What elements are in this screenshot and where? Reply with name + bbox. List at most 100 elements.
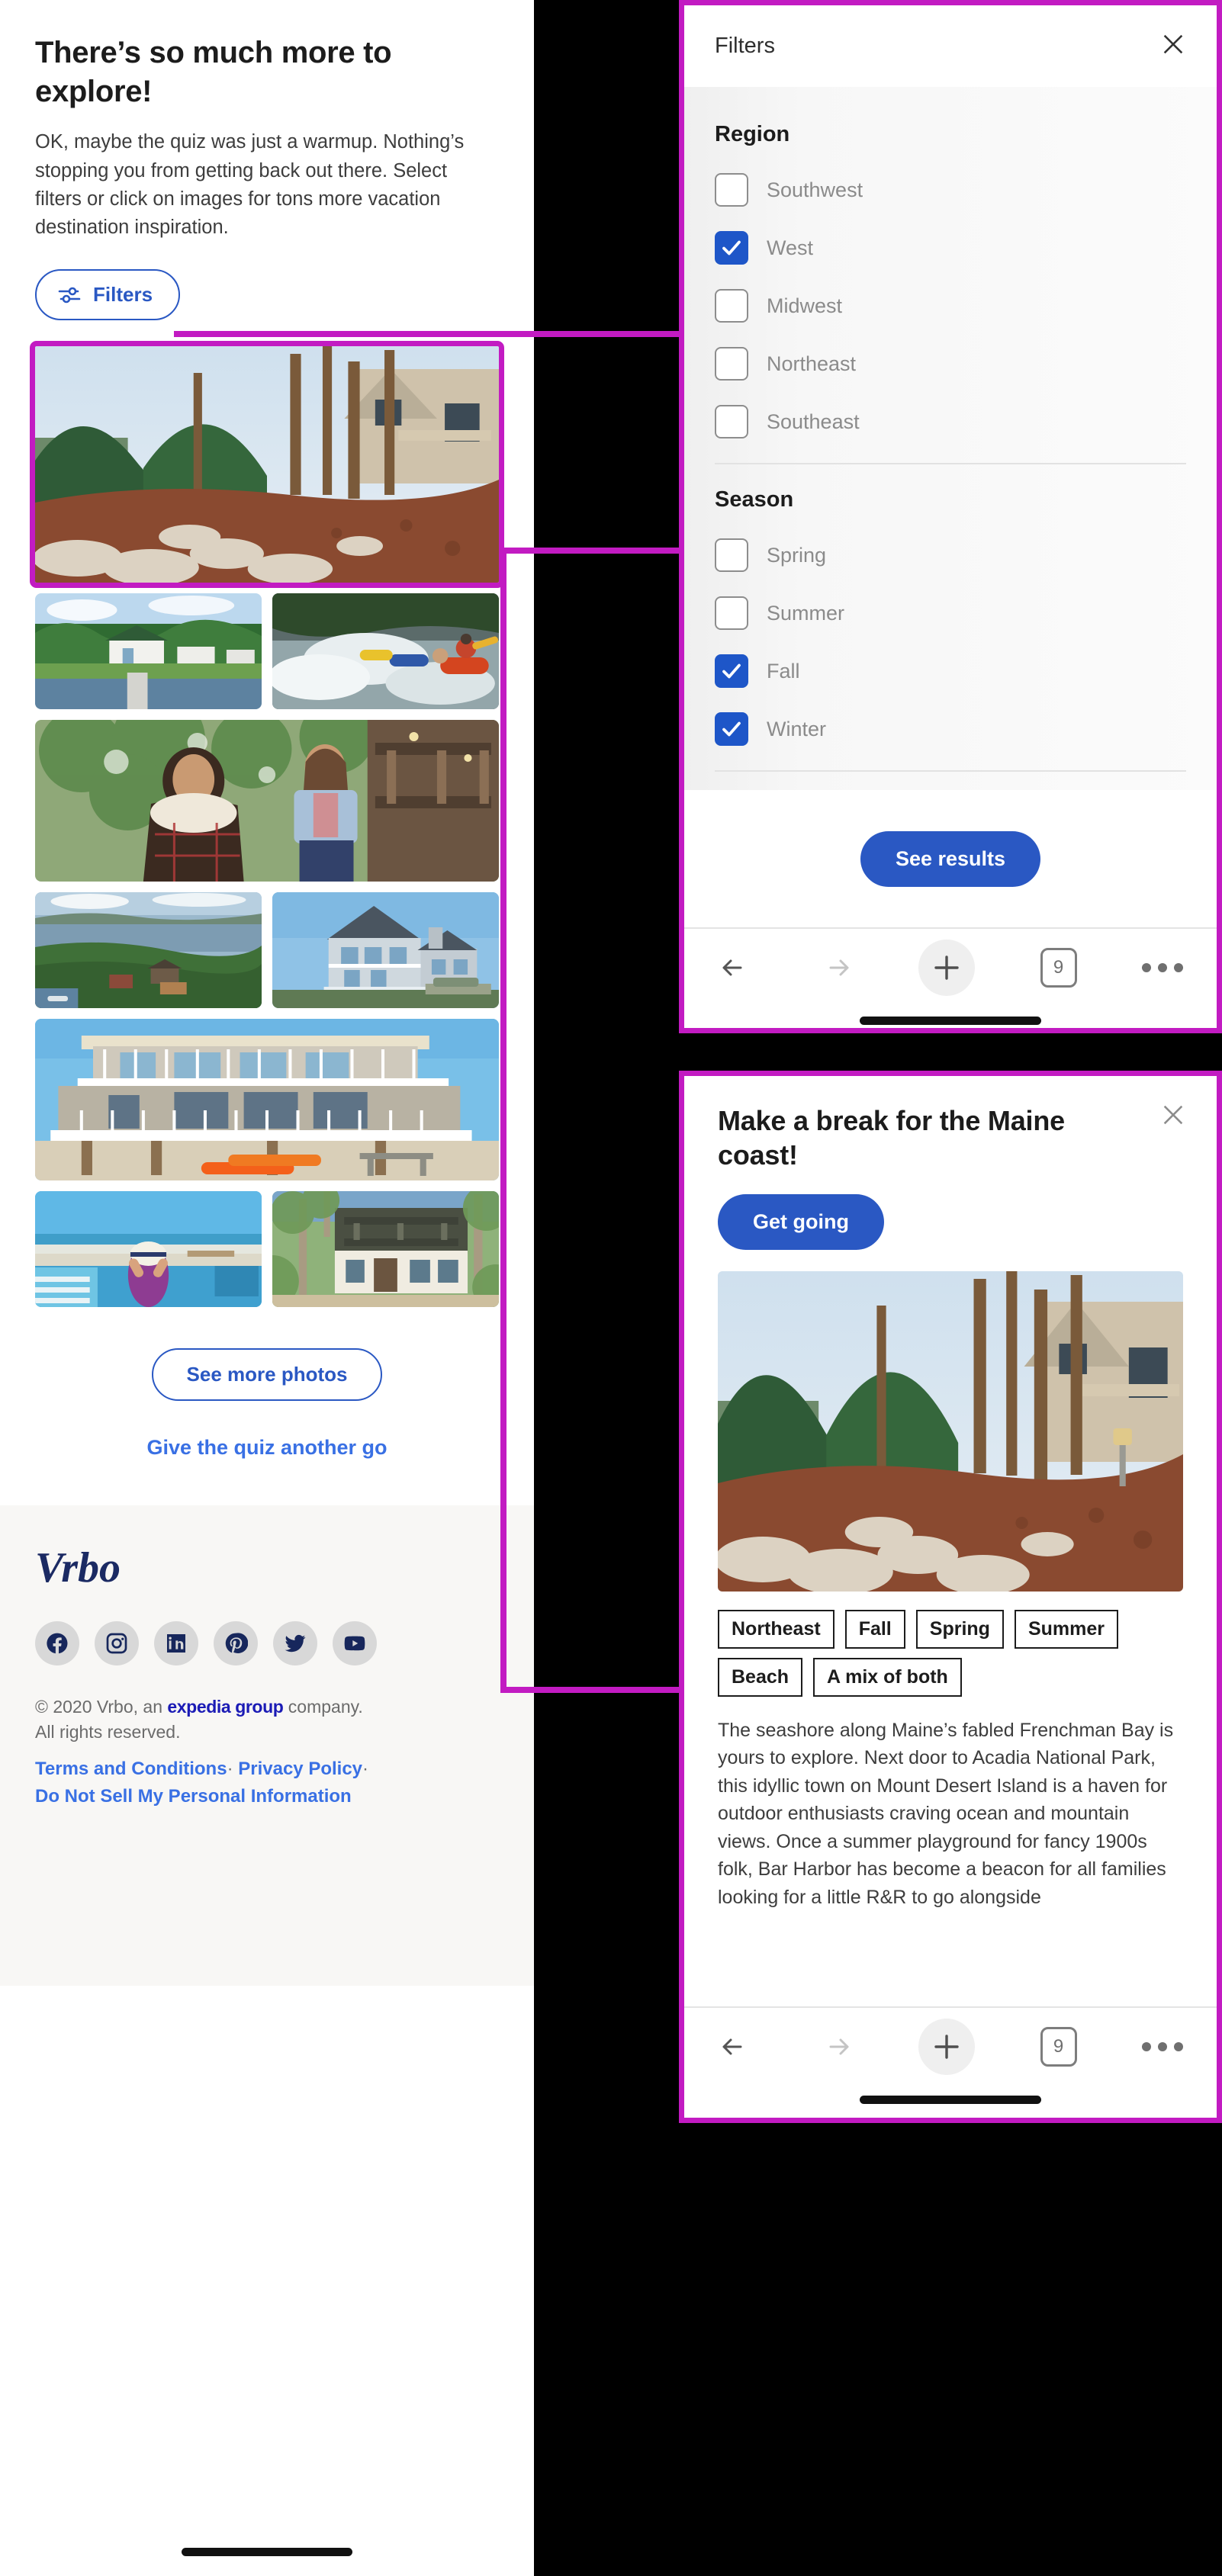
filter-label-summer: Summer [767,601,845,625]
section-divider-2 [715,770,1186,772]
screenshot-root: There’s so much more to explore! OK, may… [0,0,1222,2576]
browser-toolbar: 9 [684,2008,1217,2075]
gallery-row-1 [30,341,504,589]
arrow-right-icon[interactable] [818,2034,854,2060]
filter-option-summer[interactable]: Summer [715,584,1186,642]
filter-label-southeast: Southeast [767,410,860,433]
give-quiz-another-go-link[interactable]: Give the quiz another go [35,1436,499,1460]
checkbox-summer[interactable] [715,596,748,630]
filter-option-northeast[interactable]: Northeast [715,335,1186,393]
ellipsis-icon[interactable] [1142,2042,1183,2051]
browser-chrome-filters: 9 [684,927,1217,1028]
gallery-tile-two-girls-outdoors[interactable] [35,720,499,882]
tab-count-button[interactable]: 9 [1040,2027,1077,2067]
pinterest-icon[interactable] [214,1621,258,1666]
destination-detail-panel: Make a break for the Maine coast! Get go… [679,1071,1222,2123]
copyright-pre: © 2020 Vrbo, an [35,1697,168,1717]
plus-icon[interactable] [918,2019,975,2075]
arrow-right-icon[interactable] [818,955,854,981]
instagram-icon[interactable] [95,1621,139,1666]
section-heading-season: Season [715,487,794,512]
filters-button[interactable]: Filters [35,269,181,321]
gallery-tile-aerial-lake-island-homes[interactable] [35,892,262,1009]
close-icon[interactable] [1160,31,1186,61]
home-indicator-left [182,2548,352,2556]
checkbox-west[interactable] [715,231,748,265]
filter-option-fall[interactable]: Fall [715,642,1186,700]
checkbox-winter[interactable] [715,712,748,746]
connector-image-top [500,548,685,554]
browser-toolbar: 9 [684,929,1217,996]
social-links [35,1621,499,1666]
see-more-photos-wrap: See more photos [35,1348,499,1402]
gallery-tile-whitewater-rafting[interactable] [272,593,499,710]
gallery-tile-coastal-home-in-trees[interactable] [272,1191,499,1308]
terms-and-conditions-link[interactable]: Terms and Conditions [35,1759,227,1779]
gallery-tile-gray-shingle-beach-house[interactable] [272,892,499,1009]
detail-image-maine-coast-cabin-on-rocks[interactable] [718,1270,1183,1592]
twitter-icon[interactable] [273,1621,317,1666]
see-results-button[interactable]: See results [860,830,1041,887]
do-not-sell-link[interactable]: Do Not Sell My Personal Information [35,1786,352,1807]
site-footer: Vrbo © 2020 Vrbo, an expedia group compa… [0,1505,534,2556]
checkbox-southeast[interactable] [715,405,748,438]
filters-panel-title: Filters [715,34,775,58]
svg-text:Vrbo: Vrbo [35,1544,121,1592]
browser-chrome-detail: 9 [684,2006,1217,2118]
arrow-left-icon[interactable] [718,955,753,981]
close-icon[interactable] [1160,1102,1186,1132]
filter-option-midwest[interactable]: Midwest [715,277,1186,335]
tag-a-mix-of-both[interactable]: A mix of both [813,1657,962,1697]
connector-image-vertical [500,548,506,1693]
filters-panel-header: Filters [684,5,1217,87]
see-more-photos-button[interactable]: See more photos [151,1348,383,1402]
tag-fall[interactable]: Fall [844,1609,905,1649]
page-title: There’s so much more to explore! [35,36,392,109]
copyright-post: company. [283,1697,363,1717]
ellipsis-icon[interactable] [1142,963,1183,972]
tab-count-button[interactable]: 9 [1040,948,1077,988]
filter-label-northeast: Northeast [767,352,857,375]
left-phone-screen: There’s so much more to explore! OK, may… [0,0,534,2576]
filter-option-west[interactable]: West [715,219,1186,277]
checkbox-northeast[interactable] [715,347,748,381]
connector-image-bottom [500,1687,685,1693]
gallery-tile-lakefront-house-with-dock[interactable] [35,593,262,710]
detail-title: Make a break for the Maine coast! [718,1105,1065,1171]
plus-icon[interactable] [918,940,975,996]
tag-beach[interactable]: Beach [718,1657,803,1697]
checkbox-fall[interactable] [715,654,748,688]
detail-tags: Northeast Fall Spring Summer Beach A mix… [718,1609,1183,1697]
connector-filters-horizontal [174,331,685,337]
left-content: There’s so much more to explore! OK, may… [0,0,534,1460]
gallery-tile-maine-coast-cabin-on-rocks[interactable] [30,341,504,589]
detail-description: The seashore along Maine’s fabled French… [718,1719,1174,1908]
tag-summer[interactable]: Summer [1014,1609,1118,1649]
gallery-tile-white-beach-house-on-stilts[interactable] [35,1019,499,1181]
gallery-row-6 [35,1191,499,1308]
filter-label-spring: Spring [767,543,827,567]
checkbox-southwest[interactable] [715,173,748,207]
filter-option-winter[interactable]: Winter [715,700,1186,758]
gallery-row-2 [35,593,499,710]
filter-option-spring[interactable]: Spring [715,526,1186,584]
linkedin-icon[interactable] [154,1621,198,1666]
filter-label-midwest: Midwest [767,294,843,317]
tag-spring[interactable]: Spring [915,1609,1004,1649]
checkbox-midwest[interactable] [715,289,748,323]
filter-option-southeast[interactable]: Southeast [715,393,1186,451]
privacy-policy-link[interactable]: Privacy Policy [238,1759,362,1779]
filters-button-label: Filters [93,283,153,307]
arrow-left-icon[interactable] [718,2034,753,2060]
rights-reserved: All rights reserved. [35,1721,181,1742]
tag-northeast[interactable]: Northeast [718,1609,834,1649]
get-going-button[interactable]: Get going [718,1193,884,1250]
gallery-row-5 [35,1019,499,1181]
tab-count-label: 9 [1040,2027,1077,2067]
youtube-icon[interactable] [333,1621,377,1666]
gallery-tile-woman-at-beachfront-pool[interactable] [35,1191,262,1308]
filter-label-west: West [767,236,814,259]
checkbox-spring[interactable] [715,538,748,572]
facebook-icon[interactable] [35,1621,79,1666]
filter-option-southwest[interactable]: Southwest [715,161,1186,219]
